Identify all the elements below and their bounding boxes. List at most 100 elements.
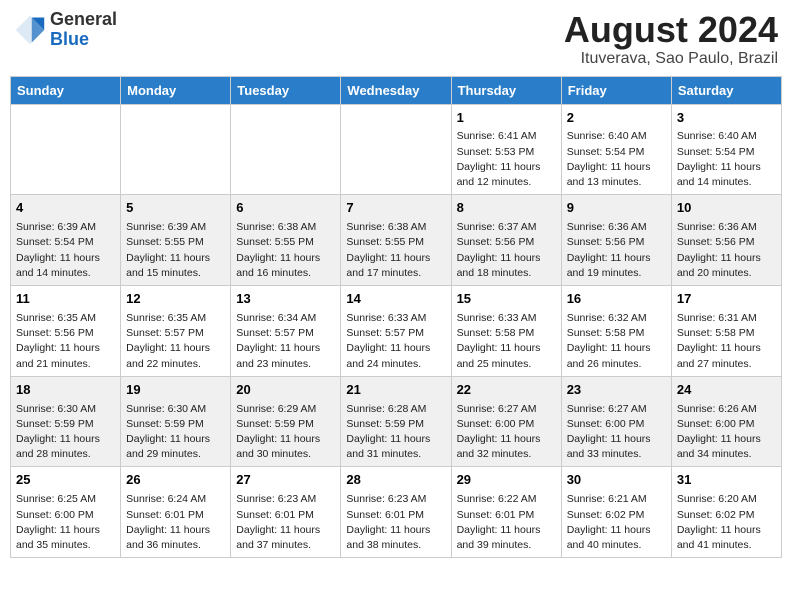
calendar-cell: 11 Sunrise: 6:35 AM Sunset: 5:56 PM Dayli… xyxy=(11,286,121,377)
calendar-cell: 17 Sunrise: 6:31 AM Sunset: 5:58 PM Dayli… xyxy=(671,286,781,377)
calendar-cell: 16 Sunrise: 6:32 AM Sunset: 5:58 PM Dayli… xyxy=(561,286,671,377)
day-info: Sunrise: 6:36 AM Sunset: 5:56 PM Dayligh… xyxy=(567,221,651,279)
calendar-cell: 26 Sunrise: 6:24 AM Sunset: 6:01 PM Dayli… xyxy=(121,467,231,558)
day-info: Sunrise: 6:35 AM Sunset: 5:57 PM Dayligh… xyxy=(126,312,210,370)
calendar-cell: 15 Sunrise: 6:33 AM Sunset: 5:58 PM Dayli… xyxy=(451,286,561,377)
day-info: Sunrise: 6:21 AM Sunset: 6:02 PM Dayligh… xyxy=(567,493,651,551)
day-number: 7 xyxy=(346,199,445,218)
day-number: 10 xyxy=(677,199,776,218)
day-info: Sunrise: 6:30 AM Sunset: 5:59 PM Dayligh… xyxy=(126,403,210,461)
day-info: Sunrise: 6:33 AM Sunset: 5:57 PM Dayligh… xyxy=(346,312,430,370)
day-info: Sunrise: 6:37 AM Sunset: 5:56 PM Dayligh… xyxy=(457,221,541,279)
day-info: Sunrise: 6:34 AM Sunset: 5:57 PM Dayligh… xyxy=(236,312,320,370)
day-number: 28 xyxy=(346,471,445,490)
day-number: 21 xyxy=(346,381,445,400)
calendar-cell: 27Sunrise: 6:23 AM Sunset: 6:01 PM Dayli… xyxy=(231,467,341,558)
day-info: Sunrise: 6:38 AM Sunset: 5:55 PM Dayligh… xyxy=(236,221,320,279)
calendar-cell: 30 Sunrise: 6:21 AM Sunset: 6:02 PM Dayli… xyxy=(561,467,671,558)
weekday-header-thursday: Thursday xyxy=(451,76,561,104)
day-info: Sunrise: 6:28 AM Sunset: 5:59 PM Dayligh… xyxy=(346,403,430,461)
day-info: Sunrise: 6:38 AM Sunset: 5:55 PM Dayligh… xyxy=(346,221,430,279)
day-number: 1 xyxy=(457,109,556,128)
calendar-week-4: 18 Sunrise: 6:30 AM Sunset: 5:59 PM Dayli… xyxy=(11,376,782,467)
calendar-cell: 10 Sunrise: 6:36 AM Sunset: 5:56 PM Dayli… xyxy=(671,195,781,286)
day-info: Sunrise: 6:32 AM Sunset: 5:58 PM Dayligh… xyxy=(567,312,651,370)
day-number: 20 xyxy=(236,381,335,400)
weekday-header-wednesday: Wednesday xyxy=(341,76,451,104)
day-info: Sunrise: 6:36 AM Sunset: 5:56 PM Dayligh… xyxy=(677,221,761,279)
day-info: Sunrise: 6:20 AM Sunset: 6:02 PM Dayligh… xyxy=(677,493,761,551)
day-number: 22 xyxy=(457,381,556,400)
day-number: 8 xyxy=(457,199,556,218)
day-info: Sunrise: 6:23 AM Sunset: 6:01 PM Dayligh… xyxy=(236,493,320,551)
day-number: 30 xyxy=(567,471,666,490)
location: Ituverava, Sao Paulo, Brazil xyxy=(564,50,778,68)
day-number: 15 xyxy=(457,290,556,309)
day-number: 26 xyxy=(126,471,225,490)
day-info: Sunrise: 6:24 AM Sunset: 6:01 PM Dayligh… xyxy=(126,493,210,551)
day-number: 2 xyxy=(567,109,666,128)
day-info: Sunrise: 6:39 AM Sunset: 5:55 PM Dayligh… xyxy=(126,221,210,279)
day-info: Sunrise: 6:27 AM Sunset: 6:00 PM Dayligh… xyxy=(567,403,651,461)
day-number: 18 xyxy=(16,381,115,400)
calendar-cell: 20Sunrise: 6:29 AM Sunset: 5:59 PM Dayli… xyxy=(231,376,341,467)
calendar-week-5: 25 Sunrise: 6:25 AM Sunset: 6:00 PM Dayli… xyxy=(11,467,782,558)
calendar-cell xyxy=(11,104,121,195)
page-header: General Blue August 2024 Ituverava, Sao … xyxy=(10,10,782,68)
title-block: August 2024 Ituverava, Sao Paulo, Brazil xyxy=(564,10,778,68)
calendar-cell: 18Sunrise: 6:30 AM Sunset: 5:59 PM Dayli… xyxy=(11,376,121,467)
day-info: Sunrise: 6:26 AM Sunset: 6:00 PM Dayligh… xyxy=(677,403,761,461)
weekday-header-saturday: Saturday xyxy=(671,76,781,104)
day-number: 19 xyxy=(126,381,225,400)
day-info: Sunrise: 6:39 AM Sunset: 5:54 PM Dayligh… xyxy=(16,221,100,279)
day-info: Sunrise: 6:35 AM Sunset: 5:56 PM Dayligh… xyxy=(16,312,100,370)
day-info: Sunrise: 6:31 AM Sunset: 5:58 PM Dayligh… xyxy=(677,312,761,370)
weekday-header-sunday: Sunday xyxy=(11,76,121,104)
logo: General Blue xyxy=(14,10,117,50)
calendar-cell: 23 Sunrise: 6:27 AM Sunset: 6:00 PM Dayli… xyxy=(561,376,671,467)
day-number: 29 xyxy=(457,471,556,490)
calendar-cell: 2 Sunrise: 6:40 AM Sunset: 5:54 PM Daylig… xyxy=(561,104,671,195)
calendar-cell: 19 Sunrise: 6:30 AM Sunset: 5:59 PM Dayli… xyxy=(121,376,231,467)
calendar-cell: 4Sunrise: 6:39 AM Sunset: 5:54 PM Daylig… xyxy=(11,195,121,286)
day-number: 12 xyxy=(126,290,225,309)
day-info: Sunrise: 6:25 AM Sunset: 6:00 PM Dayligh… xyxy=(16,493,100,551)
day-info: Sunrise: 6:41 AM Sunset: 5:53 PM Dayligh… xyxy=(457,130,541,188)
day-number: 16 xyxy=(567,290,666,309)
day-number: 25 xyxy=(16,471,115,490)
day-info: Sunrise: 6:22 AM Sunset: 6:01 PM Dayligh… xyxy=(457,493,541,551)
weekday-header-row: SundayMondayTuesdayWednesdayThursdayFrid… xyxy=(11,76,782,104)
day-info: Sunrise: 6:23 AM Sunset: 6:01 PM Dayligh… xyxy=(346,493,430,551)
day-number: 6 xyxy=(236,199,335,218)
calendar-cell: 8 Sunrise: 6:37 AM Sunset: 5:56 PM Daylig… xyxy=(451,195,561,286)
calendar-cell: 21 Sunrise: 6:28 AM Sunset: 5:59 PM Dayli… xyxy=(341,376,451,467)
day-number: 14 xyxy=(346,290,445,309)
calendar-cell xyxy=(121,104,231,195)
calendar-cell xyxy=(341,104,451,195)
logo-text: General Blue xyxy=(50,10,117,50)
day-info: Sunrise: 6:33 AM Sunset: 5:58 PM Dayligh… xyxy=(457,312,541,370)
weekday-header-tuesday: Tuesday xyxy=(231,76,341,104)
calendar-cell: 12 Sunrise: 6:35 AM Sunset: 5:57 PM Dayli… xyxy=(121,286,231,377)
calendar-cell: 6 Sunrise: 6:38 AM Sunset: 5:55 PM Daylig… xyxy=(231,195,341,286)
calendar-week-3: 11 Sunrise: 6:35 AM Sunset: 5:56 PM Dayli… xyxy=(11,286,782,377)
calendar-cell: 13Sunrise: 6:34 AM Sunset: 5:57 PM Dayli… xyxy=(231,286,341,377)
day-number: 17 xyxy=(677,290,776,309)
calendar-cell: 22Sunrise: 6:27 AM Sunset: 6:00 PM Dayli… xyxy=(451,376,561,467)
calendar-cell: 28 Sunrise: 6:23 AM Sunset: 6:01 PM Dayli… xyxy=(341,467,451,558)
calendar-week-2: 4Sunrise: 6:39 AM Sunset: 5:54 PM Daylig… xyxy=(11,195,782,286)
day-number: 3 xyxy=(677,109,776,128)
day-number: 23 xyxy=(567,381,666,400)
calendar-cell: 29 Sunrise: 6:22 AM Sunset: 6:01 PM Dayli… xyxy=(451,467,561,558)
month-title: August 2024 xyxy=(564,10,778,50)
logo-blue-text: Blue xyxy=(50,30,117,50)
logo-icon xyxy=(14,14,46,46)
day-number: 11 xyxy=(16,290,115,309)
calendar-cell: 25 Sunrise: 6:25 AM Sunset: 6:00 PM Dayli… xyxy=(11,467,121,558)
calendar-cell xyxy=(231,104,341,195)
day-number: 31 xyxy=(677,471,776,490)
day-info: Sunrise: 6:40 AM Sunset: 5:54 PM Dayligh… xyxy=(677,130,761,188)
day-info: Sunrise: 6:40 AM Sunset: 5:54 PM Dayligh… xyxy=(567,130,651,188)
day-number: 9 xyxy=(567,199,666,218)
calendar-cell: 31 Sunrise: 6:20 AM Sunset: 6:02 PM Dayli… xyxy=(671,467,781,558)
